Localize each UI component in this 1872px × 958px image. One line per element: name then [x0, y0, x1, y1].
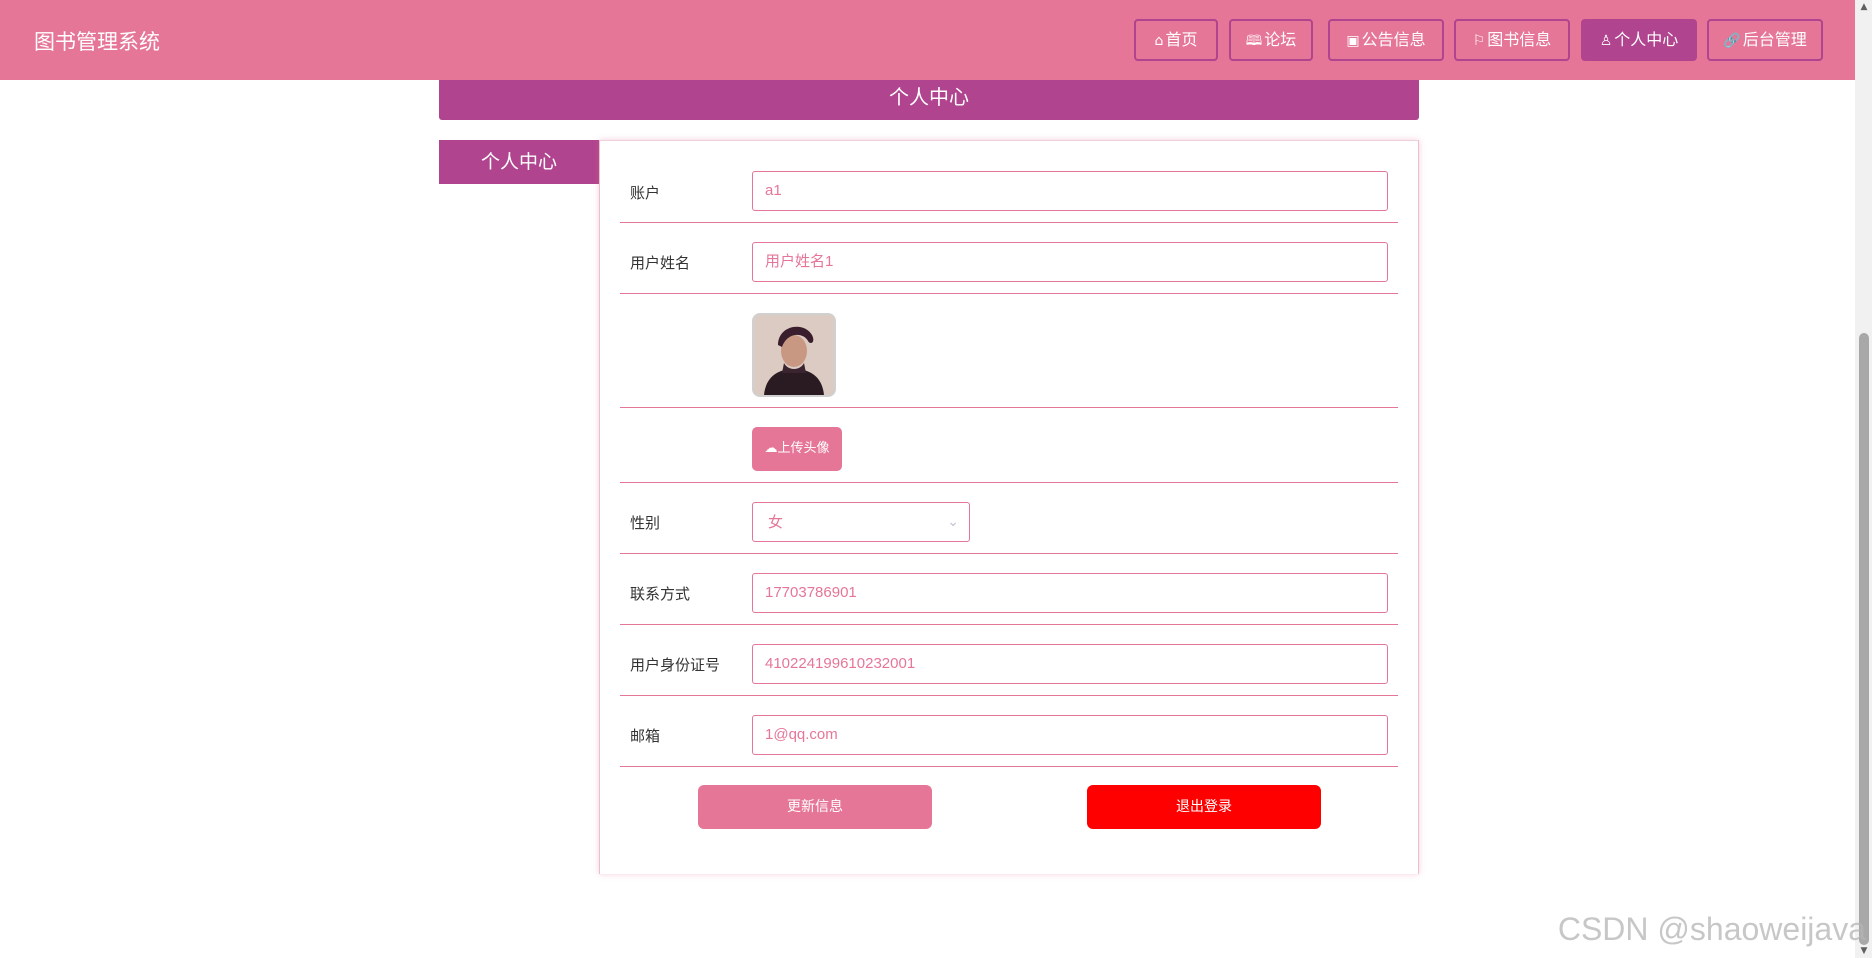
gift-icon: ▣	[1346, 33, 1360, 49]
upload-avatar-label: 上传头像	[777, 441, 830, 456]
flag-icon: ⚐	[1472, 33, 1486, 49]
gender-label: 性别	[630, 514, 661, 532]
book-open-icon: 🕮	[1245, 33, 1263, 49]
nav-profile-button[interactable]: ♙ 个人中心	[1581, 19, 1697, 61]
scrollbar-thumb[interactable]	[1859, 333, 1869, 945]
upload-avatar-button[interactable]: ☁上传头像	[752, 427, 842, 471]
home-icon: ⌂	[1154, 33, 1164, 49]
site-title: 图书管理系统	[34, 30, 160, 54]
nav-notice-button[interactable]: ▣ 公告信息	[1328, 19, 1444, 61]
page-title: 个人中心	[439, 80, 1419, 120]
phone-input[interactable]: 17703786901	[752, 573, 1388, 613]
form-row-username: 用户姓名 用户姓名1	[620, 223, 1398, 294]
form-row-upload: ☁上传头像	[620, 408, 1398, 483]
avatar	[752, 313, 836, 397]
id-number-label: 用户身份证号	[630, 656, 721, 674]
email-label: 邮箱	[630, 727, 661, 745]
logout-button[interactable]: 退出登录	[1087, 785, 1321, 829]
gender-select-value: 女	[768, 513, 784, 531]
nav-admin-button[interactable]: 🔗 后台管理	[1707, 19, 1823, 61]
username-input[interactable]: 用户姓名1	[752, 242, 1388, 282]
form-row-gender: 性别 女 ⌄	[620, 483, 1398, 554]
form-row-account: 账户 a1	[620, 141, 1398, 223]
form-row-id-number: 用户身份证号 410224199610232001	[620, 625, 1398, 696]
nav-forum-button[interactable]: 🕮 论坛	[1229, 19, 1313, 61]
account-label: 账户	[630, 184, 661, 202]
nav-notice-label: 公告信息	[1361, 30, 1426, 49]
account-input[interactable]: a1	[752, 171, 1388, 211]
watermark: CSDN @shaoweijava	[1557, 911, 1866, 947]
nav-books-label: 图书信息	[1487, 30, 1552, 49]
sidebar-item-profile[interactable]: 个人中心	[439, 140, 599, 184]
form-row-avatar	[620, 294, 1398, 408]
nav-forum-label: 论坛	[1264, 30, 1297, 49]
username-label: 用户姓名	[630, 254, 691, 272]
id-number-input[interactable]: 410224199610232001	[752, 644, 1388, 684]
form-row-email: 邮箱 1@qq.com	[620, 696, 1398, 767]
chevron-down-icon: ⌄	[947, 514, 959, 530]
update-info-button[interactable]: 更新信息	[698, 785, 932, 829]
profile-form-panel: 账户 a1 用户姓名 用户姓名1 ☁上传头像 性别 女 ⌄ 联系方式 17703…	[599, 140, 1419, 874]
phone-label: 联系方式	[630, 585, 691, 603]
scroll-up-arrow-icon[interactable]: ▲	[1859, 2, 1869, 12]
page-scrollbar[interactable]: ▲ ▼	[1855, 0, 1872, 958]
nav-home-button[interactable]: ⌂ 首页	[1134, 19, 1218, 61]
avatar-image	[754, 315, 834, 395]
nav-home-label: 首页	[1165, 30, 1198, 49]
link-icon: 🔗	[1723, 33, 1741, 49]
nav-books-button[interactable]: ⚐ 图书信息	[1454, 19, 1570, 61]
nav-admin-label: 后台管理	[1742, 30, 1807, 49]
top-navbar: 图书管理系统 ⌂ 首页 🕮 论坛 ▣ 公告信息 ⚐ 图书信息 ♙ 个人中心 🔗 后台管理	[0, 0, 1855, 80]
user-icon: ♙	[1599, 33, 1613, 49]
gender-select[interactable]: 女 ⌄	[752, 502, 970, 542]
nav-profile-label: 个人中心	[1614, 30, 1679, 49]
form-row-phone: 联系方式 17703786901	[620, 554, 1398, 625]
cloud-upload-icon: ☁	[764, 441, 778, 456]
email-input[interactable]: 1@qq.com	[752, 715, 1388, 755]
